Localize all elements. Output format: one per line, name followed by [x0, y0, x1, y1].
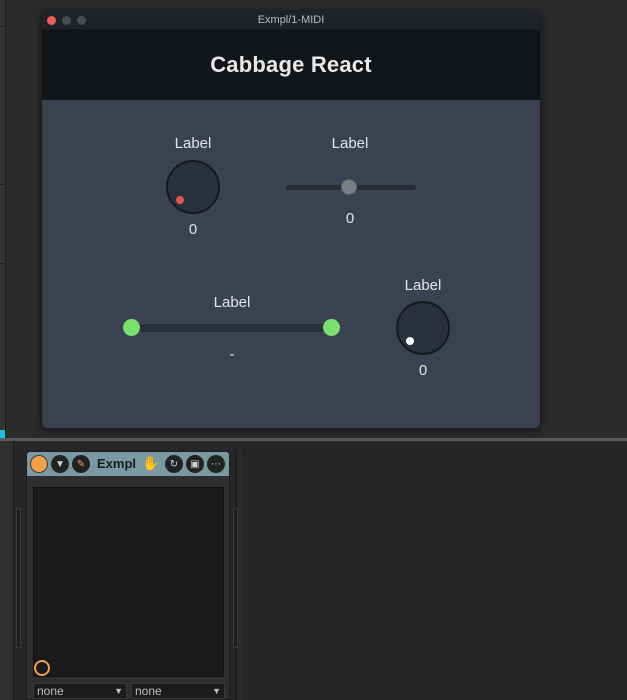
power-icon[interactable] — [30, 455, 48, 473]
select-left-value: none — [37, 684, 64, 698]
chevron-down-icon: ▼ — [212, 686, 221, 696]
more-icon[interactable]: ⋯ — [207, 455, 225, 473]
left-meter — [16, 508, 21, 648]
window-titlebar[interactable]: Exmpl/1-MIDI — [42, 11, 540, 30]
fold-icon[interactable]: ▼ — [51, 455, 69, 473]
knob2[interactable] — [396, 301, 450, 355]
track-divider — [0, 263, 6, 264]
range-value: - — [229, 346, 235, 363]
device-header[interactable]: ▼ ✎ Exmpl ✋ ↻ ▣ ⋯ — [27, 452, 229, 476]
track-divider — [0, 26, 6, 27]
wrench-icon[interactable]: ✎ — [72, 455, 90, 473]
track-divider — [0, 184, 6, 185]
left-track-strip — [0, 0, 6, 432]
knob1-indicator — [176, 196, 184, 204]
range-max-thumb[interactable] — [323, 319, 340, 336]
knob2-value: 0 — [418, 362, 428, 379]
window-title: Exmpl/1-MIDI — [257, 14, 325, 26]
range-track[interactable] — [132, 324, 332, 332]
knob1-label: Label — [174, 135, 212, 152]
plugin-window: Exmpl/1-MIDI Cabbage React Label 0 Label… — [41, 10, 541, 429]
output-select-left[interactable]: none ▼ — [33, 683, 127, 699]
knob2-indicator — [406, 337, 414, 345]
plugin-header: Cabbage React — [42, 30, 540, 100]
page-title: Cabbage React — [210, 52, 372, 77]
select-right-value: none — [135, 684, 162, 698]
hslider-value: 0 — [345, 210, 355, 227]
range-min-thumb[interactable] — [123, 319, 140, 336]
device-display — [33, 487, 224, 677]
right-meter — [233, 508, 238, 648]
knob1-value: 0 — [188, 221, 198, 238]
hslider-thumb[interactable] — [341, 179, 357, 195]
save-icon[interactable]: ▣ — [186, 455, 204, 473]
chevron-down-icon: ▼ — [114, 686, 123, 696]
device-view-left-column — [0, 441, 14, 700]
hslider-label: Label — [331, 135, 369, 152]
hand-icon[interactable]: ✋ — [142, 455, 159, 472]
output-select-right[interactable]: none ▼ — [131, 683, 225, 699]
refresh-icon[interactable]: ↻ — [165, 455, 183, 473]
playhead-marker — [0, 430, 5, 438]
device-name: Exmpl — [97, 456, 137, 471]
knob2-label: Label — [404, 277, 442, 294]
device-strip: ▼ ✎ Exmpl ✋ ↻ ▣ ⋯ none ▼ none ▼ — [26, 451, 230, 700]
activator-ring-icon[interactable] — [34, 660, 50, 676]
range-label: Label — [213, 294, 251, 311]
knob1[interactable] — [166, 160, 220, 214]
